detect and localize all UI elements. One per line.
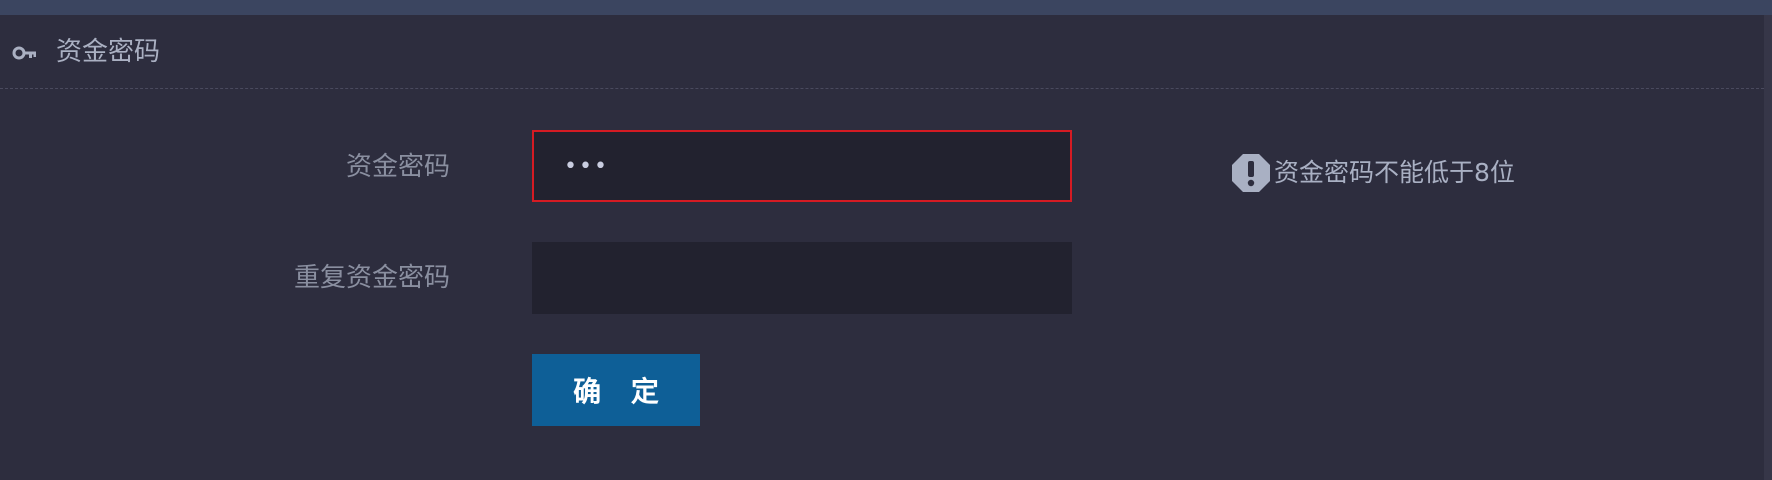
- confirm-password-input[interactable]: [532, 242, 1072, 314]
- password-label: 资金密码: [345, 152, 450, 182]
- hint-text: 资金密码不能低于8位: [1274, 158, 1515, 187]
- validation-hint: 资金密码不能低于8位: [1230, 152, 1515, 194]
- top-bar: [0, 0, 1772, 15]
- confirm-password-label: 重复资金密码: [293, 263, 450, 293]
- password-input[interactable]: [532, 130, 1072, 202]
- page-title: 资金密码: [56, 37, 161, 67]
- exclamation-icon: [1232, 154, 1270, 192]
- submit-button[interactable]: 确 定: [532, 354, 700, 426]
- right-edge-panel: [1764, 15, 1772, 480]
- key-icon: [12, 46, 36, 60]
- section-header: 资金密码: [0, 15, 1764, 89]
